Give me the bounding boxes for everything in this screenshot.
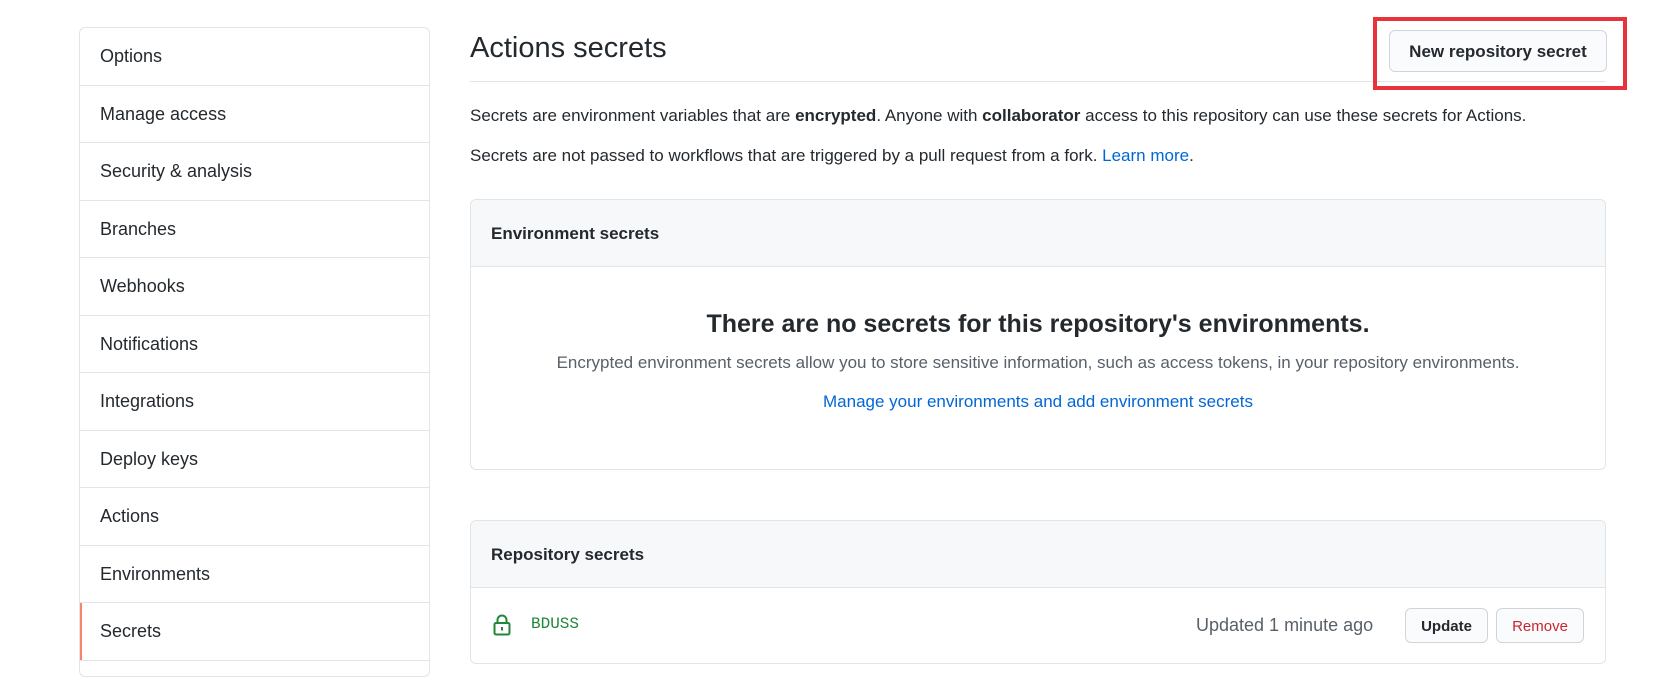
desc-text: access to this repository can use these …	[1080, 106, 1527, 125]
sidebar-item-secrets[interactable]: Secrets	[80, 603, 429, 661]
desc-text: Secrets are not passed to workflows that…	[470, 146, 1103, 165]
sidebar-item-deploy-keys[interactable]: Deploy keys	[80, 431, 429, 488]
repository-secrets-box: Repository secrets BDUSS Updated 1 minut…	[470, 520, 1606, 664]
sidebar-item-actions[interactable]: Actions	[80, 488, 429, 546]
blank-state-description: Encrypted environment secrets allow you …	[556, 353, 1520, 372]
settings-sidebar: Options Manage access Security & analysi…	[79, 27, 430, 677]
secret-row: BDUSS Updated 1 minute ago Update Remove	[471, 588, 1605, 663]
sidebar-item-webhooks[interactable]: Webhooks	[80, 258, 429, 316]
environment-secrets-header: Environment secrets	[471, 200, 1605, 267]
environment-secrets-box: Environment secrets There are no secrets…	[470, 199, 1606, 470]
secrets-description-line1: Secrets are environment variables that a…	[470, 106, 1526, 126]
blank-state-link-wrapper: Manage your environments and add environ…	[471, 392, 1605, 412]
desc-bold-collaborator: collaborator	[982, 106, 1081, 125]
page-title: Actions secrets	[470, 32, 667, 64]
sidebar-item-options[interactable]: Options	[80, 28, 429, 86]
desc-bold-encrypted: encrypted	[795, 106, 877, 125]
secret-updated-timestamp: Updated 1 minute ago	[1196, 615, 1374, 635]
remove-secret-button[interactable]: Remove	[1496, 608, 1584, 643]
sidebar-item-notifications[interactable]: Notifications	[80, 316, 429, 373]
new-repository-secret-button[interactable]: New repository secret	[1389, 30, 1607, 72]
lock-icon	[493, 614, 511, 636]
desc-text: . Anyone with	[876, 106, 983, 125]
blank-state-title: There are no secrets for this repository…	[706, 310, 1370, 338]
sidebar-item-environments[interactable]: Environments	[80, 546, 429, 603]
sidebar-item-branches[interactable]: Branches	[80, 201, 429, 258]
sidebar-item-integrations[interactable]: Integrations	[80, 373, 429, 431]
update-secret-button[interactable]: Update	[1405, 608, 1488, 643]
desc-text: Secrets are environment variables that a…	[470, 106, 796, 125]
secret-name: BDUSS	[531, 615, 580, 633]
learn-more-link[interactable]: Learn more	[1102, 146, 1189, 165]
sidebar-item-manage-access[interactable]: Manage access	[80, 86, 429, 143]
repository-secrets-header: Repository secrets	[471, 521, 1605, 588]
sidebar-item-security-analysis[interactable]: Security & analysis	[80, 143, 429, 201]
desc-text: .	[1189, 146, 1194, 165]
page-header: Actions secrets New repository secret	[470, 17, 1627, 90]
manage-environments-link[interactable]: Manage your environments and add environ…	[823, 392, 1253, 411]
secrets-description-line2: Secrets are not passed to workflows that…	[470, 146, 1194, 166]
